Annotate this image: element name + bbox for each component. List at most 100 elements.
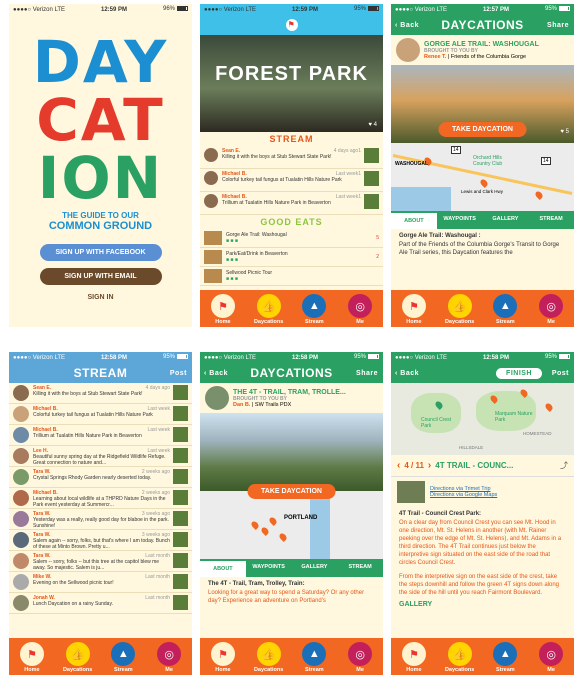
route-map[interactable]: WASHOUGAL Orchard Hills Country Club Lew… <box>391 143 574 211</box>
stream-row[interactable]: Michael B. Last week Trillium at Tualatin … <box>9 425 192 446</box>
post-button[interactable]: Post <box>552 370 569 377</box>
take-daycation-button[interactable]: TAKE DAYCATION <box>438 122 527 137</box>
map-pin[interactable] <box>268 516 278 526</box>
stream-list: Sean E. 4 days ago Killing it with the boy… <box>200 146 383 215</box>
stream-row[interactable]: Mike W. Last month Evening on the Sellwood… <box>9 572 192 593</box>
facebook-signup-button[interactable]: SIGN UP WITH FACEBOOK <box>39 244 162 261</box>
post-thumbnail[interactable] <box>173 469 188 484</box>
post-button[interactable]: Post <box>170 370 187 377</box>
share-icon[interactable]: ⤴ <box>560 460 568 471</box>
email-signup-button[interactable]: SIGN UP WITH EMAIL <box>39 268 162 285</box>
stream-row[interactable]: Tara W. 3 weeks ago Salem again -- sorry, … <box>9 530 192 551</box>
tab-label: Me <box>356 667 364 673</box>
stream-row[interactable]: Tara W. Last month Salem -- sorry, folks -… <box>9 551 192 572</box>
stream-row[interactable]: Tara W. 2 weeks ago Crystal Springs Rhody … <box>9 467 192 488</box>
post-thumbnail[interactable] <box>173 490 188 505</box>
map-pin[interactable] <box>260 526 270 536</box>
eats-row[interactable]: Park/Eat/Drink in Beaverton ■ ■ ■ 2 <box>200 248 383 267</box>
tab-gallery[interactable]: GALLERY <box>292 559 338 577</box>
back-button[interactable]: ‹ Back <box>395 22 419 29</box>
post-thumbnail[interactable] <box>173 595 188 610</box>
post-thumbnail[interactable] <box>173 448 188 463</box>
waypoint-thumbnail[interactable] <box>397 481 425 503</box>
tab-label: Daycations <box>62 667 93 673</box>
daycation-photo[interactable]: TAKE DAYCATION <box>200 413 383 499</box>
post-thumbnail[interactable] <box>173 511 188 526</box>
share-button[interactable]: Share <box>356 370 378 377</box>
tab-me[interactable]: ◎ Me <box>533 642 569 673</box>
tab-gallery[interactable]: GALLERY <box>483 211 529 229</box>
directions-google-link[interactable]: Directions via Google Maps <box>430 492 497 498</box>
post-text: Salem -- sorry, folks -- but this tree a… <box>33 559 160 571</box>
tab-daycations[interactable]: 👍 Daycations <box>442 294 478 325</box>
tab-home[interactable]: ⚑ Home <box>205 294 241 325</box>
tab-stream[interactable]: STREAM <box>337 559 383 577</box>
map-pin[interactable] <box>278 532 288 542</box>
back-button[interactable]: ‹ Back <box>395 370 419 377</box>
take-daycation-button[interactable]: TAKE DAYCATION <box>247 484 336 499</box>
tab-me[interactable]: ◎ Me <box>342 642 378 673</box>
tab-waypoints[interactable]: WAYPOINTS <box>246 559 292 577</box>
eats-row[interactable]: Sellwood Picnic Tour ■ ■ ■ <box>200 267 383 286</box>
waypoint-map[interactable]: Council Crest Park Marquam Nature Park H… <box>391 383 574 455</box>
tab-stream[interactable]: ▲ Stream <box>296 294 332 325</box>
tab-daycations[interactable]: 👍 Daycations <box>251 642 287 673</box>
stream-row[interactable]: Michael B. Last week Colorful turkey tail … <box>9 404 192 425</box>
map-label: HILLSDALE <box>459 445 484 450</box>
stream-row[interactable]: Tara W. 3 weeks ago Yesterday was a really… <box>9 509 192 530</box>
tab-daycations[interactable]: 👍 Daycations <box>442 642 478 673</box>
post-thumbnail[interactable] <box>173 385 188 400</box>
tab-about[interactable]: ABOUT <box>200 559 246 577</box>
stream-row[interactable]: Michael B. Last week Colorful turkey tail … <box>200 169 383 192</box>
tab-daycations[interactable]: 👍 Daycations <box>251 294 287 325</box>
tab-home[interactable]: ⚑ Home <box>14 642 50 673</box>
tab-me[interactable]: ◎ Me <box>342 294 378 325</box>
post-thumbnail[interactable] <box>364 171 379 186</box>
post-thumbnail[interactable] <box>173 574 188 589</box>
prev-arrow-icon[interactable]: ‹ <box>397 460 400 471</box>
post-thumbnail[interactable] <box>173 553 188 568</box>
eats-row[interactable]: Gorge Ale Trail: Washougal ■ ■ ■ 5 <box>200 229 383 248</box>
stream-row[interactable]: Michael B. Last week Trillium at Tualatin … <box>200 192 383 215</box>
post-thumbnail[interactable] <box>364 148 379 163</box>
tab-home[interactable]: ⚑ Home <box>396 642 432 673</box>
map-pin[interactable] <box>544 402 554 412</box>
post-thumbnail[interactable] <box>173 406 188 421</box>
tab-stream[interactable]: ▲ Stream <box>487 294 523 325</box>
tab-waypoints[interactable]: WAYPOINTS <box>437 211 483 229</box>
back-button[interactable]: ‹ Back <box>204 370 228 377</box>
stream-row[interactable]: Sean E. 4 days ago Killing it with the boy… <box>9 383 192 404</box>
eats-list: Gorge Ale Trail: Washougal ■ ■ ■ 5 Park/Eat… <box>200 229 383 286</box>
flag-icon: ⚑ <box>401 294 426 318</box>
share-button[interactable]: Share <box>547 22 569 29</box>
author-name[interactable]: Renee T. <box>424 54 446 60</box>
tab-me[interactable]: ◎ Me <box>151 642 187 673</box>
stream-row[interactable]: Sean E. 4 days ago Killing it with the boy… <box>200 146 383 169</box>
tab-home[interactable]: ⚑ Home <box>205 642 241 673</box>
stream-row[interactable]: Michael B. 2 weeks ago Learning about loca… <box>9 488 192 509</box>
hero-image[interactable]: FOREST PARK ♥ 4 <box>200 35 383 132</box>
tab-me[interactable]: ◎ Me <box>533 294 569 325</box>
map-pin[interactable] <box>534 190 544 200</box>
mountain-icon: ▲ <box>302 642 327 666</box>
post-thumbnail[interactable] <box>173 427 188 442</box>
map-pin[interactable] <box>479 178 489 188</box>
tab-stream[interactable]: ▲ Stream <box>105 642 141 673</box>
finish-button[interactable]: FINISH <box>496 367 542 379</box>
stream-row[interactable]: Jonah W. Last month Lunch Daycation on a r… <box>9 593 192 614</box>
sign-in-link[interactable]: SIGN IN <box>9 294 192 301</box>
next-arrow-icon[interactable]: › <box>428 460 431 471</box>
tab-stream[interactable]: STREAM <box>528 211 574 229</box>
author-name[interactable]: Dan B. <box>233 402 250 408</box>
tab-stream[interactable]: ▲ Stream <box>296 642 332 673</box>
post-thumbnail[interactable] <box>173 532 188 547</box>
tab-stream[interactable]: ▲ Stream <box>487 642 523 673</box>
route-map[interactable]: PORTLAND <box>200 491 383 559</box>
post-thumbnail[interactable] <box>364 194 379 209</box>
tab-daycations[interactable]: 👍 Daycations <box>60 642 96 673</box>
tab-about[interactable]: ABOUT <box>391 211 437 229</box>
tab-home[interactable]: ⚑ Home <box>396 294 432 325</box>
map-pin[interactable] <box>250 520 260 530</box>
stream-row[interactable]: Lee H. Last week Beautiful sunny spring da… <box>9 446 192 467</box>
daycation-photo[interactable]: TAKE DAYCATION ♥ 5 <box>391 65 574 143</box>
